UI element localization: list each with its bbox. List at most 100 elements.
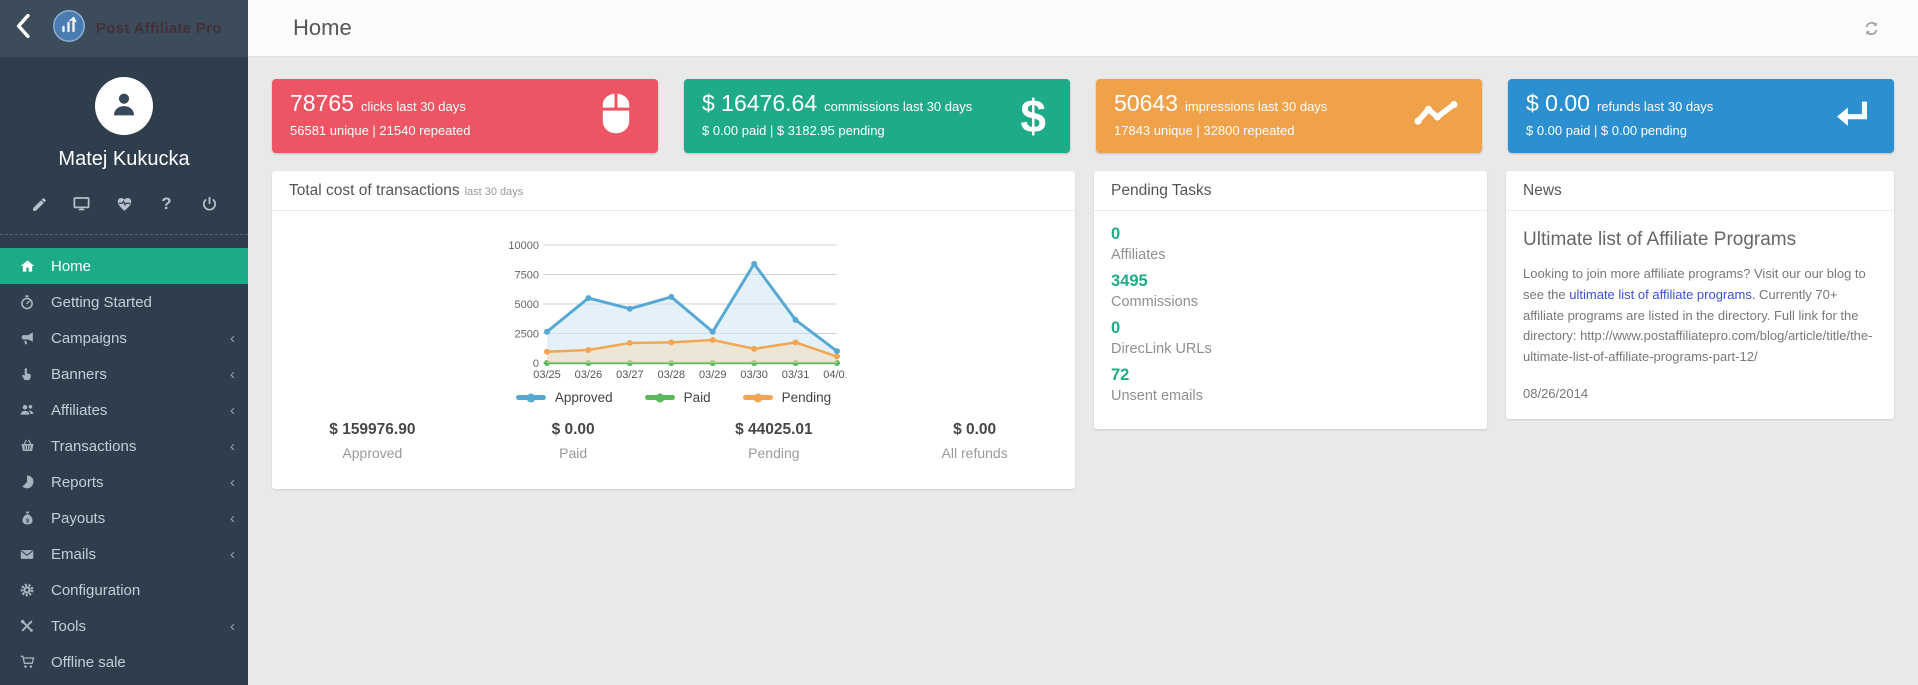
sidebar-item-affiliates[interactable]: Affiliates ‹ (0, 392, 248, 428)
basket-icon (17, 438, 37, 454)
impressions-card: 50643 impressions last 30 days 17843 uni… (1096, 79, 1482, 153)
total-approved: $ 159976.90 Approved (272, 421, 473, 461)
pencil-icon[interactable] (28, 193, 50, 215)
news-panel: News Ultimate list of Affiliate Programs… (1506, 171, 1894, 419)
pie-chart-icon (17, 474, 37, 490)
cart-icon (17, 654, 37, 670)
pending-direclink-urls: 0 DirecLink URLs (1111, 319, 1470, 357)
sidebar-item-emails[interactable]: Emails ‹ (0, 536, 248, 572)
return-arrow-icon (1832, 98, 1870, 135)
transactions-panel: Total cost of transactions last 30 days 0… (272, 171, 1075, 489)
refunds-value: $ 0.00 (1526, 90, 1590, 117)
chevron-left-icon: ‹ (230, 331, 235, 346)
news-link[interactable]: ultimate list of affiliate programs. (1569, 287, 1755, 302)
sidebar-header: Post Affiliate Pro (0, 0, 248, 57)
sidebar-item-campaigns[interactable]: Campaigns ‹ (0, 320, 248, 356)
logo-arrows-icon (52, 9, 86, 48)
users-icon (17, 402, 37, 418)
clicks-sub: 56581 unique | 21540 repeated (290, 123, 640, 138)
sidebar-item-reports[interactable]: Reports ‹ (0, 464, 248, 500)
brand-name: Post Affiliate Pro (96, 20, 222, 37)
clicks-card: 78765 clicks last 30 days 56581 unique |… (272, 79, 658, 153)
area-chart: 02500500075001000003/2503/2603/2703/2803… (501, 231, 846, 383)
brand-logo[interactable]: Post Affiliate Pro (52, 9, 222, 48)
sidebar-item-label: Tools (51, 618, 86, 635)
quick-actions: ? (0, 171, 248, 215)
refunds-sub: $ 0.00 paid | $ 0.00 pending (1526, 123, 1876, 138)
chevron-left-icon: ‹ (230, 475, 235, 490)
sidebar-divider (0, 234, 248, 235)
panels-row: Total cost of transactions last 30 days 0… (272, 171, 1894, 489)
stat-cards-row: 78765 clicks last 30 days 56581 unique |… (272, 79, 1894, 153)
svg-text:03/25: 03/25 (533, 369, 561, 381)
hand-pointer-icon (17, 366, 37, 382)
commissions-label: commissions last 30 days (824, 99, 972, 114)
user-name: Matej Kukucka (0, 148, 248, 171)
commissions-sub: $ 0.00 paid | $ 3182.95 pending (702, 123, 1052, 138)
page-title: Home (293, 15, 352, 41)
collapse-sidebar-button[interactable] (16, 14, 30, 43)
clicks-value: 78765 (290, 90, 354, 117)
user-profile: Matej Kukucka (0, 57, 248, 171)
main-area: Home 78765 clicks last 30 days 56581 uni… (248, 0, 1918, 685)
sidebar-item-banners[interactable]: Banners ‹ (0, 356, 248, 392)
svg-text:10000: 10000 (508, 240, 539, 252)
impressions-label: impressions last 30 days (1185, 99, 1327, 114)
chart-legend: ApprovedPaidPending (272, 390, 1075, 405)
commissions-card: $ 16476.64 commissions last 30 days $ 0.… (684, 79, 1070, 153)
sidebar-item-label: Configuration (51, 582, 140, 599)
sidebar-item-label: Campaigns (51, 330, 127, 347)
heartbeat-icon[interactable] (113, 193, 135, 215)
sidebar-item-getting-started[interactable]: Getting Started (0, 284, 248, 320)
chevron-left-icon: ‹ (230, 619, 235, 634)
help-icon[interactable]: ? (156, 193, 178, 215)
news-text: Looking to join more affiliate programs?… (1523, 264, 1877, 368)
sidebar-item-tools[interactable]: Tools ‹ (0, 608, 248, 644)
sidebar-item-label: Getting Started (51, 294, 152, 311)
svg-text:03/31: 03/31 (782, 369, 810, 381)
envelope-icon (17, 547, 37, 562)
monitor-icon[interactable] (71, 193, 93, 215)
sidebar-item-home[interactable]: Home (0, 248, 248, 284)
transactions-totals: $ 159976.90 Approved $ 0.00 Paid $ 44025… (272, 421, 1075, 461)
sidebar-item-label: Affiliates (51, 402, 107, 419)
pending-unsent-emails: 72 Unsent emails (1111, 366, 1470, 404)
chevron-left-icon (16, 14, 30, 43)
sidebar-item-transactions[interactable]: Transactions ‹ (0, 428, 248, 464)
sidebar-item-offline-sale[interactable]: Offline sale (0, 644, 248, 680)
svg-text:03/27: 03/27 (616, 369, 644, 381)
home-icon (17, 258, 37, 274)
pending-commissions: 3495 Commissions (1111, 272, 1470, 310)
sidebar-item-label: Offline sale (51, 654, 126, 671)
sidebar-item-label: Reports (51, 474, 104, 491)
pending-tasks-panel: Pending Tasks 0 Affiliates 3495 Commissi… (1094, 171, 1487, 429)
avatar[interactable] (95, 77, 153, 135)
refunds-card: $ 0.00 refunds last 30 days $ 0.00 paid … (1508, 79, 1894, 153)
refunds-label: refunds last 30 days (1597, 99, 1713, 114)
sidebar-item-configuration[interactable]: Configuration (0, 572, 248, 608)
sidebar-menu: Home Getting Started Campaigns ‹ Banners… (0, 248, 248, 680)
news-header: News (1506, 171, 1894, 211)
refresh-icon[interactable] (1863, 20, 1880, 37)
svg-text:03/29: 03/29 (699, 369, 727, 381)
power-icon[interactable] (198, 193, 220, 215)
gear-icon (17, 582, 37, 598)
transactions-panel-title: Total cost of transactions (289, 182, 460, 199)
money-bag-icon: $ (17, 510, 37, 527)
pending-tasks-body: 0 Affiliates 3495 Commissions 0 DirecLin… (1094, 211, 1487, 429)
stopwatch-icon (17, 294, 37, 311)
megaphone-icon (17, 330, 37, 346)
transactions-panel-body: 02500500075001000003/2503/2603/2703/2803… (272, 211, 1075, 461)
impressions-sub: 17843 unique | 32800 repeated (1114, 123, 1464, 138)
total-paid: $ 0.00 Paid (473, 421, 674, 461)
transactions-chart: 02500500075001000003/2503/2603/2703/2803… (501, 231, 846, 388)
svg-text:04/01: 04/01 (823, 369, 846, 381)
transactions-panel-subtitle: last 30 days (465, 186, 524, 198)
sidebar-item-label: Payouts (51, 510, 105, 527)
svg-text:5000: 5000 (515, 299, 539, 311)
sidebar-item-payouts[interactable]: $ Payouts ‹ (0, 500, 248, 536)
pending-affiliates: 0 Affiliates (1111, 225, 1470, 263)
dashboard-content: 78765 clicks last 30 days 56581 unique |… (248, 57, 1918, 685)
legend-paid: Paid (645, 390, 711, 405)
trend-line-icon (1414, 100, 1458, 133)
